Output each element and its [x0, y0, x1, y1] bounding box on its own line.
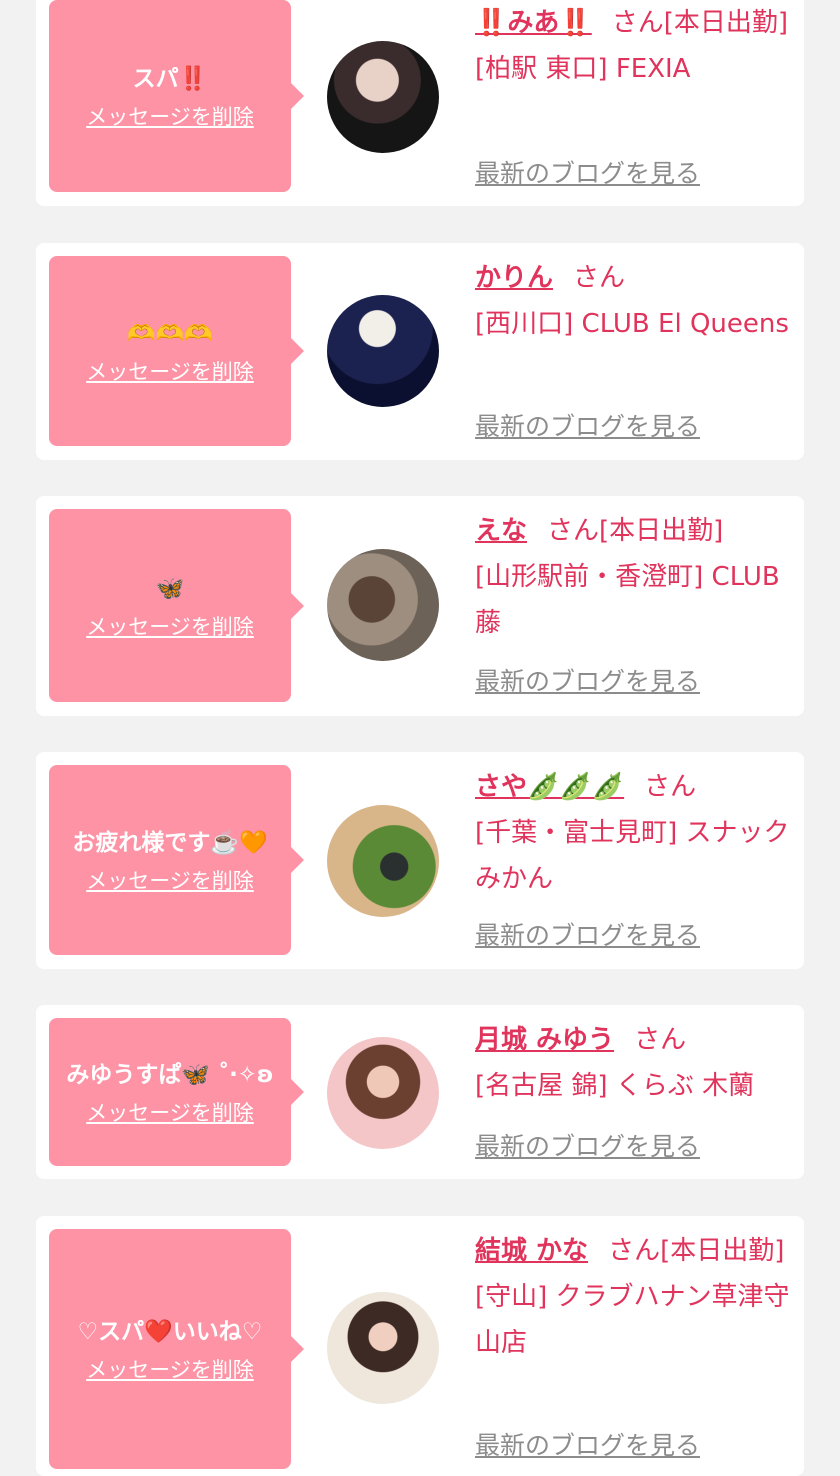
- delete-message-link[interactable]: メッセージを削除: [86, 1097, 254, 1127]
- shop-label: [山形駅前・香澄町] CLUB 藤: [475, 562, 780, 638]
- profile-info: かりん さん [西川口] CLUB El Queens: [475, 255, 797, 347]
- shop-label: [名古屋 錦] くらぶ 木蘭: [475, 1071, 755, 1101]
- profile-name-link[interactable]: さや🫛🫛🫛: [475, 772, 624, 802]
- delete-message-link[interactable]: メッセージを削除: [86, 1354, 254, 1384]
- profile-name-link[interactable]: 月城 みゆう: [475, 1025, 614, 1055]
- honorific: さん: [573, 263, 626, 293]
- shop-label: [西川口] CLUB El Queens: [475, 309, 789, 339]
- profile-name-link[interactable]: 結城 かな: [475, 1236, 588, 1266]
- avatar[interactable]: [327, 549, 439, 661]
- avatar[interactable]: [327, 1292, 439, 1404]
- profile-info: えな さん[本日出勤] [山形駅前・香澄町] CLUB 藤: [475, 508, 797, 646]
- delete-message-link[interactable]: メッセージを削除: [86, 356, 254, 386]
- message-bubble: お疲れ様です☕️🧡 メッセージを削除: [49, 765, 304, 955]
- message-text: スパ‼️: [132, 66, 208, 92]
- favorite-card: スパ‼️ メッセージを削除 ‼️みあ‼️ さん[本日出勤] [柏駅 東口] FEX…: [36, 0, 804, 206]
- avatar[interactable]: [327, 1037, 439, 1149]
- message-text: 🫶🫶🫶: [127, 321, 213, 347]
- latest-blog-link[interactable]: 最新のブログを見る: [475, 662, 700, 698]
- latest-blog-link[interactable]: 最新のブログを見る: [475, 1426, 700, 1462]
- status-badge: [本日出勤]: [663, 8, 789, 38]
- latest-blog-link[interactable]: 最新のブログを見る: [475, 154, 700, 190]
- favorite-card: 🫶🫶🫶 メッセージを削除 かりん さん [西川口] CLUB El Queens …: [36, 243, 804, 460]
- message-text: みゆうすぱ🦋 ˚‧✧ʚ: [66, 1062, 274, 1088]
- honorific: さん: [547, 516, 600, 546]
- message-bubble: スパ‼️ メッセージを削除: [49, 0, 304, 192]
- shop-label: [千葉・富士見町] スナックみかん: [475, 818, 790, 894]
- favorite-card: 🦋 メッセージを削除 えな さん[本日出勤] [山形駅前・香澄町] CLUB 藤 …: [36, 496, 804, 716]
- profile-info: さや🫛🫛🫛 さん [千葉・富士見町] スナックみかん: [475, 764, 797, 902]
- favorite-card: ♡スパ❤️いいね♡ メッセージを削除 結城 かな さん[本日出勤] [守山] クラ…: [36, 1216, 804, 1476]
- delete-message-link[interactable]: メッセージを削除: [86, 611, 254, 641]
- shop-label: [守山] クラブハナン草津守山店: [475, 1282, 790, 1358]
- message-text: ♡スパ❤️いいね♡: [77, 1319, 263, 1345]
- message-bubble: 🦋 メッセージを削除: [49, 509, 304, 702]
- favorite-card: みゆうすぱ🦋 ˚‧✧ʚ メッセージを削除 月城 みゆう さん [名古屋 錦] くら…: [36, 1005, 804, 1179]
- avatar[interactable]: [327, 805, 439, 917]
- message-text: 🦋: [155, 575, 185, 602]
- message-bubble: ♡スパ❤️いいね♡ メッセージを削除: [49, 1229, 304, 1469]
- message-bubble: みゆうすぱ🦋 ˚‧✧ʚ メッセージを削除: [49, 1018, 304, 1166]
- honorific: さん: [644, 772, 697, 802]
- delete-message-link[interactable]: メッセージを削除: [86, 101, 254, 131]
- avatar[interactable]: [327, 295, 439, 407]
- latest-blog-link[interactable]: 最新のブログを見る: [475, 1127, 700, 1163]
- avatar[interactable]: [327, 41, 439, 153]
- profile-name-link[interactable]: ‼️みあ‼️: [475, 8, 592, 38]
- profile-name-link[interactable]: かりん: [475, 263, 553, 293]
- honorific: さん: [608, 1236, 661, 1266]
- status-badge: [本日出勤]: [660, 1236, 785, 1266]
- latest-blog-link[interactable]: 最新のブログを見る: [475, 407, 700, 443]
- favorite-card: お疲れ様です☕️🧡 メッセージを削除 さや🫛🫛🫛 さん [千葉・富士見町] スナッ…: [36, 752, 804, 969]
- shop-label: [柏駅 東口] FEXIA: [475, 54, 691, 84]
- message-text: お疲れ様です☕️🧡: [72, 830, 268, 856]
- status-badge: [本日出勤]: [599, 516, 724, 546]
- latest-blog-link[interactable]: 最新のブログを見る: [475, 916, 700, 952]
- profile-info: 月城 みゆう さん [名古屋 錦] くらぶ 木蘭: [475, 1017, 797, 1109]
- profile-info: 結城 かな さん[本日出勤] [守山] クラブハナン草津守山店: [475, 1228, 797, 1366]
- honorific: さん: [611, 8, 664, 38]
- profile-info: ‼️みあ‼️ さん[本日出勤] [柏駅 東口] FEXIA: [475, 0, 797, 92]
- message-bubble: 🫶🫶🫶 メッセージを削除: [49, 256, 304, 446]
- delete-message-link[interactable]: メッセージを削除: [86, 865, 254, 895]
- honorific: さん: [634, 1025, 687, 1055]
- profile-name-link[interactable]: えな: [475, 516, 527, 546]
